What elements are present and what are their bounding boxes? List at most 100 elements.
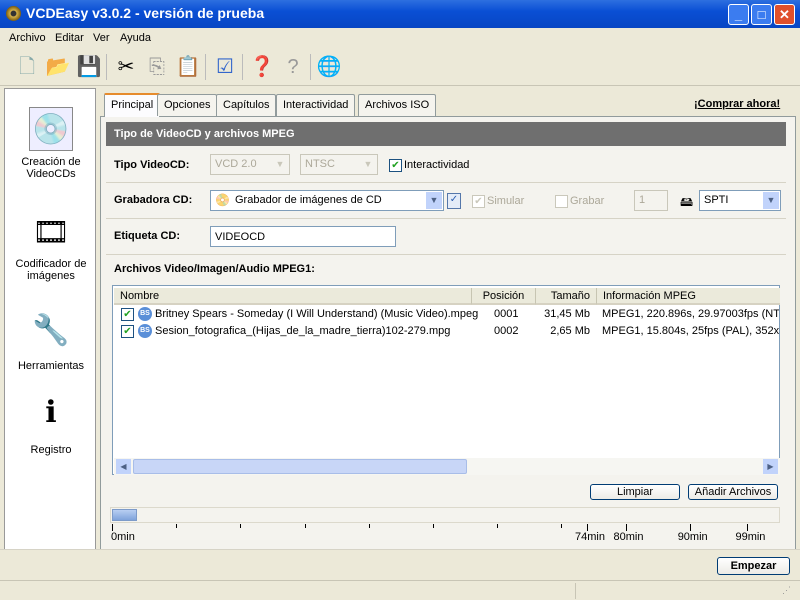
- tipo-label: Tipo VideoCD:: [114, 159, 190, 171]
- drive-icon: 🖴: [680, 194, 694, 209]
- videocd-icon: 💿: [29, 107, 73, 151]
- simular-label: Simular: [487, 195, 525, 207]
- menu-editar[interactable]: Editar: [55, 32, 84, 44]
- grabar-label: Grabar: [570, 195, 605, 207]
- toolbar: 🗋 📂 💾 ✂ ⎘ 📋 ☑ ❓ ? 🌐: [0, 48, 800, 86]
- register-icon: ℹ: [45, 396, 57, 429]
- vcd-type-select[interactable]: VCD 2.0 ▼: [210, 154, 290, 175]
- start-button[interactable]: Empezar: [717, 557, 790, 575]
- disc-usage-fill: [112, 509, 138, 521]
- tools-icon: 🔧: [32, 314, 70, 347]
- scroll-right-icon[interactable]: ▶: [763, 459, 778, 474]
- sidebar-item-herramientas[interactable]: 🔧 Herramientas: [5, 309, 97, 372]
- interactividad-label: Interactividad: [404, 159, 470, 171]
- sidebar-item-creacion[interactable]: 💿 Creación de VideoCDs: [5, 107, 97, 180]
- save-icon[interactable]: 💾: [76, 54, 102, 80]
- window-title: VCDEasy v3.0.2 - versión de prueba: [26, 5, 265, 21]
- paste-icon[interactable]: 📋: [175, 54, 201, 80]
- row-checkbox[interactable]: ✔: [121, 308, 134, 321]
- timeline-label: 74min: [575, 531, 605, 543]
- minor-tick: [561, 524, 563, 528]
- title-bar: VCDEasy v3.0.2 - versión de prueba _ □ ✕: [0, 0, 800, 28]
- etiqueta-label: Etiqueta CD:: [114, 230, 180, 242]
- file-list[interactable]: Nombre Posición Tamaño Información MPEG …: [112, 285, 780, 475]
- cd-label-input[interactable]: [210, 226, 396, 247]
- buy-now-link[interactable]: ¡Comprar ahora!: [694, 98, 780, 110]
- menu-ayuda[interactable]: Ayuda: [120, 32, 151, 44]
- column-posicion[interactable]: Posición: [472, 288, 536, 305]
- horizontal-scrollbar[interactable]: ◀ ▶: [114, 458, 780, 475]
- web-globe-icon[interactable]: 🌐: [316, 54, 342, 80]
- copies-stepper[interactable]: 1: [634, 190, 668, 211]
- column-tamano[interactable]: Tamaño: [536, 288, 597, 305]
- simular-checkbox[interactable]: ✔: [472, 195, 485, 208]
- minor-tick: [176, 524, 178, 528]
- maximize-button[interactable]: □: [751, 4, 772, 25]
- interactividad-checkbox[interactable]: ✔: [389, 159, 402, 172]
- major-tick: [587, 524, 588, 531]
- minor-tick: [240, 524, 242, 528]
- disc-usage-bar: [110, 507, 780, 523]
- timeline-label: 90min: [677, 531, 708, 543]
- section-header: Tipo de VideoCD y archivos MPEG: [106, 122, 786, 146]
- table-row[interactable]: ✔ BS Sesion_fotografica_(Hijas_de_la_mad…: [113, 323, 779, 340]
- chevron-down-icon: ▼: [426, 192, 442, 209]
- recorder-info-button[interactable]: ✓: [447, 193, 461, 209]
- menu-bar: Archivo Editar Ver Ayuda: [0, 28, 800, 48]
- minor-tick: [497, 524, 499, 528]
- sidebar-item-registro[interactable]: ℹ Registro: [5, 391, 97, 456]
- tab-archivos-iso[interactable]: Archivos ISO: [358, 94, 437, 116]
- cut-icon[interactable]: ✂: [113, 54, 139, 80]
- tab-capitulos[interactable]: Capítulos: [216, 94, 277, 116]
- mpeg-file-icon: BS: [138, 307, 152, 321]
- check-document-icon[interactable]: ☑: [212, 54, 238, 80]
- add-files-button[interactable]: Añadir Archivos: [688, 484, 778, 500]
- resize-grip-icon[interactable]: ⋰: [782, 585, 791, 596]
- close-button[interactable]: ✕: [774, 4, 795, 25]
- video-norm-select[interactable]: NTSC ▼: [300, 154, 378, 175]
- scroll-left-icon[interactable]: ◀: [116, 459, 131, 474]
- image-encoder-icon: 🎞: [31, 216, 71, 249]
- menu-ver[interactable]: Ver: [93, 32, 110, 44]
- minor-tick: [432, 524, 434, 528]
- recorder-select[interactable]: 📀 Grabador de imágenes de CD ▼: [210, 190, 444, 211]
- row-checkbox[interactable]: ✔: [121, 325, 134, 338]
- timeline-label: 80min: [613, 531, 644, 543]
- major-tick: [112, 524, 113, 531]
- major-tick: [625, 524, 627, 531]
- major-tick: [689, 524, 691, 531]
- menu-archivo[interactable]: Archivo: [9, 32, 46, 44]
- sidebar: 💿 Creación de VideoCDs 🎞 Codificador de im…: [4, 88, 96, 550]
- tab-principal[interactable]: Principal: [104, 93, 161, 117]
- clear-button[interactable]: Limpiar: [590, 484, 680, 500]
- chevron-down-icon: ▼: [763, 192, 779, 209]
- major-tick: [747, 524, 749, 531]
- copy-icon[interactable]: ⎘: [144, 54, 170, 80]
- timeline-label: 99min: [735, 531, 766, 543]
- minor-tick: [304, 524, 306, 528]
- tab-interactividad[interactable]: Interactividad: [276, 94, 356, 116]
- mpeg-file-icon: BS: [138, 324, 152, 338]
- grabar-checkbox[interactable]: [555, 195, 568, 208]
- sidebar-item-codificador[interactable]: 🎞 Codificador de imágenes: [5, 211, 97, 282]
- chevron-down-icon: ▼: [360, 156, 376, 173]
- about-icon[interactable]: ?: [280, 54, 306, 80]
- interface-select[interactable]: SPTI ▼: [699, 190, 781, 211]
- files-label: Archivos Video/Imagen/Audio MPEG1:: [114, 263, 315, 275]
- status-bar: ⋰: [0, 580, 800, 600]
- minor-tick: [368, 524, 370, 528]
- minimize-button[interactable]: _: [728, 4, 749, 25]
- tab-opciones[interactable]: Opciones: [157, 94, 218, 116]
- timeline-label: 0min: [111, 531, 135, 543]
- grabadora-label: Grabadora CD:: [114, 194, 193, 206]
- cd-recorder-icon: 📀: [215, 193, 230, 207]
- column-informacion[interactable]: Información MPEG: [597, 288, 780, 305]
- help-icon[interactable]: ❓: [249, 54, 275, 80]
- chevron-down-icon: ▼: [272, 156, 288, 173]
- new-file-icon[interactable]: 🗋: [14, 54, 40, 80]
- column-nombre[interactable]: Nombre: [114, 288, 472, 305]
- open-folder-icon[interactable]: 📂: [45, 54, 71, 80]
- table-row[interactable]: ✔ BS Britney Spears - Someday (I Will Un…: [113, 306, 779, 323]
- app-icon: [6, 6, 21, 21]
- scroll-thumb[interactable]: [133, 459, 467, 474]
